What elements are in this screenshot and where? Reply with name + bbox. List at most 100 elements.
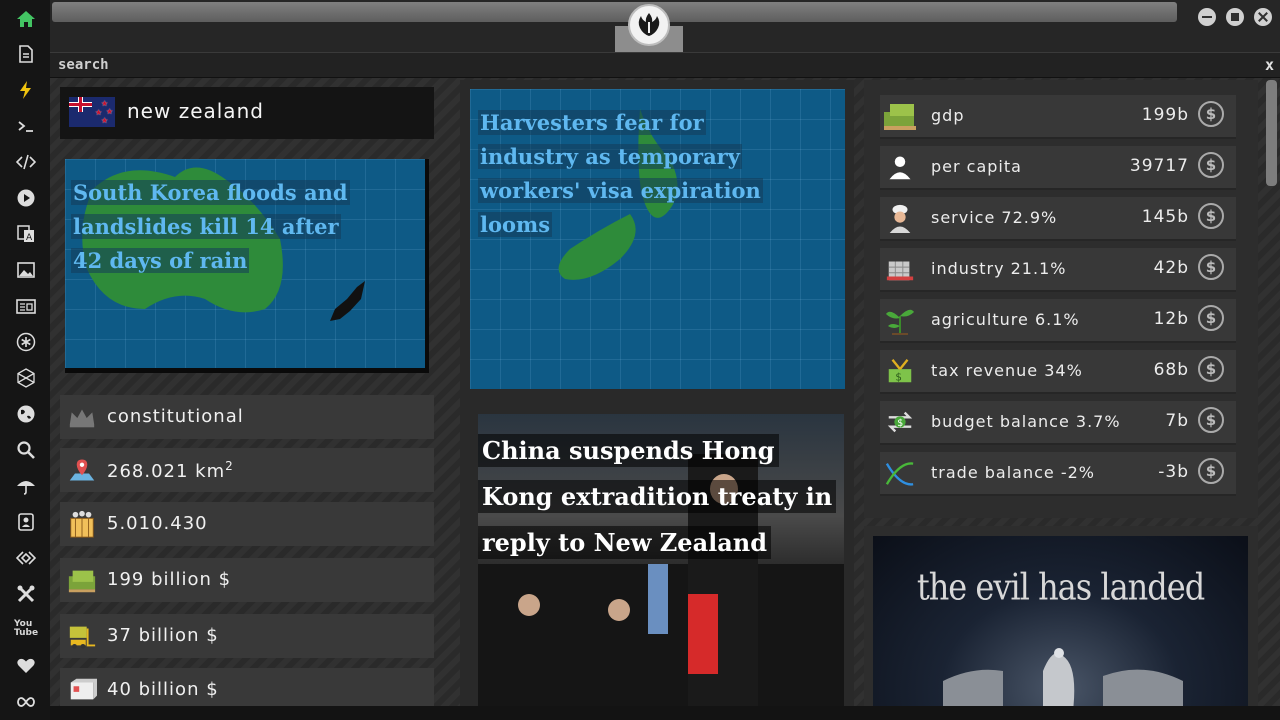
econ-value: 39717 [1129, 156, 1189, 176]
youtube-icon[interactable]: You Tube [14, 618, 38, 640]
government-row: constitutional [60, 395, 434, 439]
plant-icon [882, 303, 918, 337]
document-icon[interactable] [15, 43, 37, 65]
econ-label: trade balance -2% [931, 463, 1095, 482]
news-card[interactable]: China suspends Hong Kong extradition tre… [478, 414, 844, 706]
svg-text:$: $ [897, 418, 903, 429]
address-strip[interactable] [52, 2, 1177, 22]
news-headline: Harvesters fear for industry as temporar… [478, 110, 763, 237]
econ-row-per-capita: per capita 39717 $ [880, 146, 1236, 190]
infinity-icon[interactable] [15, 691, 37, 713]
terminal-icon[interactable] [15, 115, 37, 137]
api-icon[interactable] [15, 547, 37, 569]
image-icon[interactable] [15, 259, 37, 281]
boxes-icon [66, 674, 98, 706]
title-bar [50, 0, 1280, 52]
money-icon [882, 99, 918, 133]
econ-value: 12b [1153, 309, 1189, 329]
contact-icon[interactable] [15, 511, 37, 533]
dollar-icon[interactable]: $ [1198, 203, 1224, 229]
dollar-icon[interactable]: $ [1198, 356, 1224, 382]
trade-icon [882, 456, 918, 490]
search-label: search [58, 57, 109, 73]
close-window-button[interactable] [1254, 8, 1272, 26]
forklift-money-icon [66, 620, 98, 652]
econ-value: 68b [1153, 360, 1189, 380]
umbrella-icon[interactable] [15, 475, 37, 497]
rebel-logo-icon[interactable] [628, 4, 670, 46]
hexagon-icon[interactable] [15, 367, 37, 389]
gdp-value: 199 billion $ [107, 569, 232, 590]
trade-value: 40 billion $ [107, 679, 219, 700]
minimize-button[interactable] [1198, 8, 1216, 26]
population-icon [66, 508, 98, 540]
home-icon[interactable] [15, 8, 37, 30]
econ-label: per capita [931, 157, 1022, 176]
trade-row: 40 billion $ [60, 668, 434, 706]
econ-label: agriculture 6.1% [931, 310, 1080, 329]
status-bar [50, 706, 1280, 720]
econ-label: budget balance 3.7% [931, 412, 1121, 431]
code-icon[interactable] [15, 151, 37, 173]
gdp-row: 199 billion $ [60, 558, 434, 602]
svg-text:$: $ [895, 371, 902, 383]
news-headline: China suspends Hong Kong extradition tre… [478, 428, 844, 566]
population-row: 5.010.430 [60, 502, 434, 546]
dollar-icon[interactable]: $ [1198, 254, 1224, 280]
dollar-icon[interactable]: $ [1198, 152, 1224, 178]
search-bar[interactable]: search x [50, 52, 1280, 78]
budget-row: 37 billion $ [60, 614, 434, 658]
globe-icon[interactable] [15, 403, 37, 425]
tax-icon: $ [882, 354, 918, 388]
dollar-icon[interactable]: $ [1198, 458, 1224, 484]
translate-icon[interactable]: A [15, 223, 37, 245]
sidebar: A You Tube [0, 0, 50, 720]
maximize-button[interactable] [1226, 8, 1244, 26]
econ-row-service: service 72.9% 145b $ [880, 197, 1236, 241]
ad-title: the evil has landed [916, 565, 1205, 609]
new-zealand-flag-icon: ★ ★ ★ ★ [69, 97, 115, 127]
chef-icon [882, 201, 918, 235]
asterisk-icon[interactable] [15, 331, 37, 353]
heart-icon[interactable] [15, 655, 37, 677]
area-row: 268.021 km2 [60, 448, 434, 492]
population-value: 5.010.430 [107, 513, 208, 534]
bolt-icon[interactable] [15, 79, 37, 101]
factory-icon [882, 252, 918, 286]
scrollbar[interactable] [1266, 80, 1277, 186]
search-close-button[interactable]: x [1265, 56, 1274, 74]
search-icon[interactable] [15, 439, 37, 461]
map-pin-icon [66, 454, 98, 486]
news-card[interactable]: Harvesters fear for industry as temporar… [470, 89, 845, 389]
econ-row-industry: industry 21.1% 42b $ [880, 248, 1236, 292]
country-name: new zealand [127, 99, 264, 123]
tools-icon[interactable] [15, 583, 37, 605]
crown-icon [66, 401, 98, 433]
econ-row-gdp: gdp 199b $ [880, 95, 1236, 139]
person-icon [882, 150, 918, 184]
news-card[interactable]: South Korea floods and landslides kill 1… [65, 159, 429, 373]
dollar-icon[interactable]: $ [1198, 305, 1224, 331]
ad-banner[interactable]: the evil has landed [873, 536, 1248, 706]
news-headline: South Korea floods and landslides kill 1… [71, 180, 350, 273]
econ-value: 199b [1141, 105, 1189, 125]
econ-value: 42b [1153, 258, 1189, 278]
econ-label: tax revenue 34% [931, 361, 1083, 380]
area-value: 268.021 km2 [107, 459, 234, 482]
svg-text:A: A [26, 233, 33, 243]
exchange-icon: $ [882, 405, 918, 439]
budget-value: 37 billion $ [107, 625, 219, 646]
eagle-statue-icon [943, 648, 1183, 706]
econ-label: industry 21.1% [931, 259, 1067, 278]
play-icon[interactable] [15, 187, 37, 209]
econ-row-tax: $ tax revenue 34% 68b $ [880, 350, 1236, 394]
dollar-icon[interactable]: $ [1198, 407, 1224, 433]
econ-row-trade-balance: trade balance -2% -3b $ [880, 452, 1236, 496]
econ-row-budget-balance: $ budget balance 3.7% 7b $ [880, 401, 1236, 445]
newspaper-icon[interactable] [15, 295, 37, 317]
econ-value: -3b [1158, 462, 1189, 482]
econ-label: gdp [931, 106, 965, 125]
econ-value: 7b [1165, 411, 1189, 431]
econ-value: 145b [1141, 207, 1189, 227]
dollar-icon[interactable]: $ [1198, 101, 1224, 127]
